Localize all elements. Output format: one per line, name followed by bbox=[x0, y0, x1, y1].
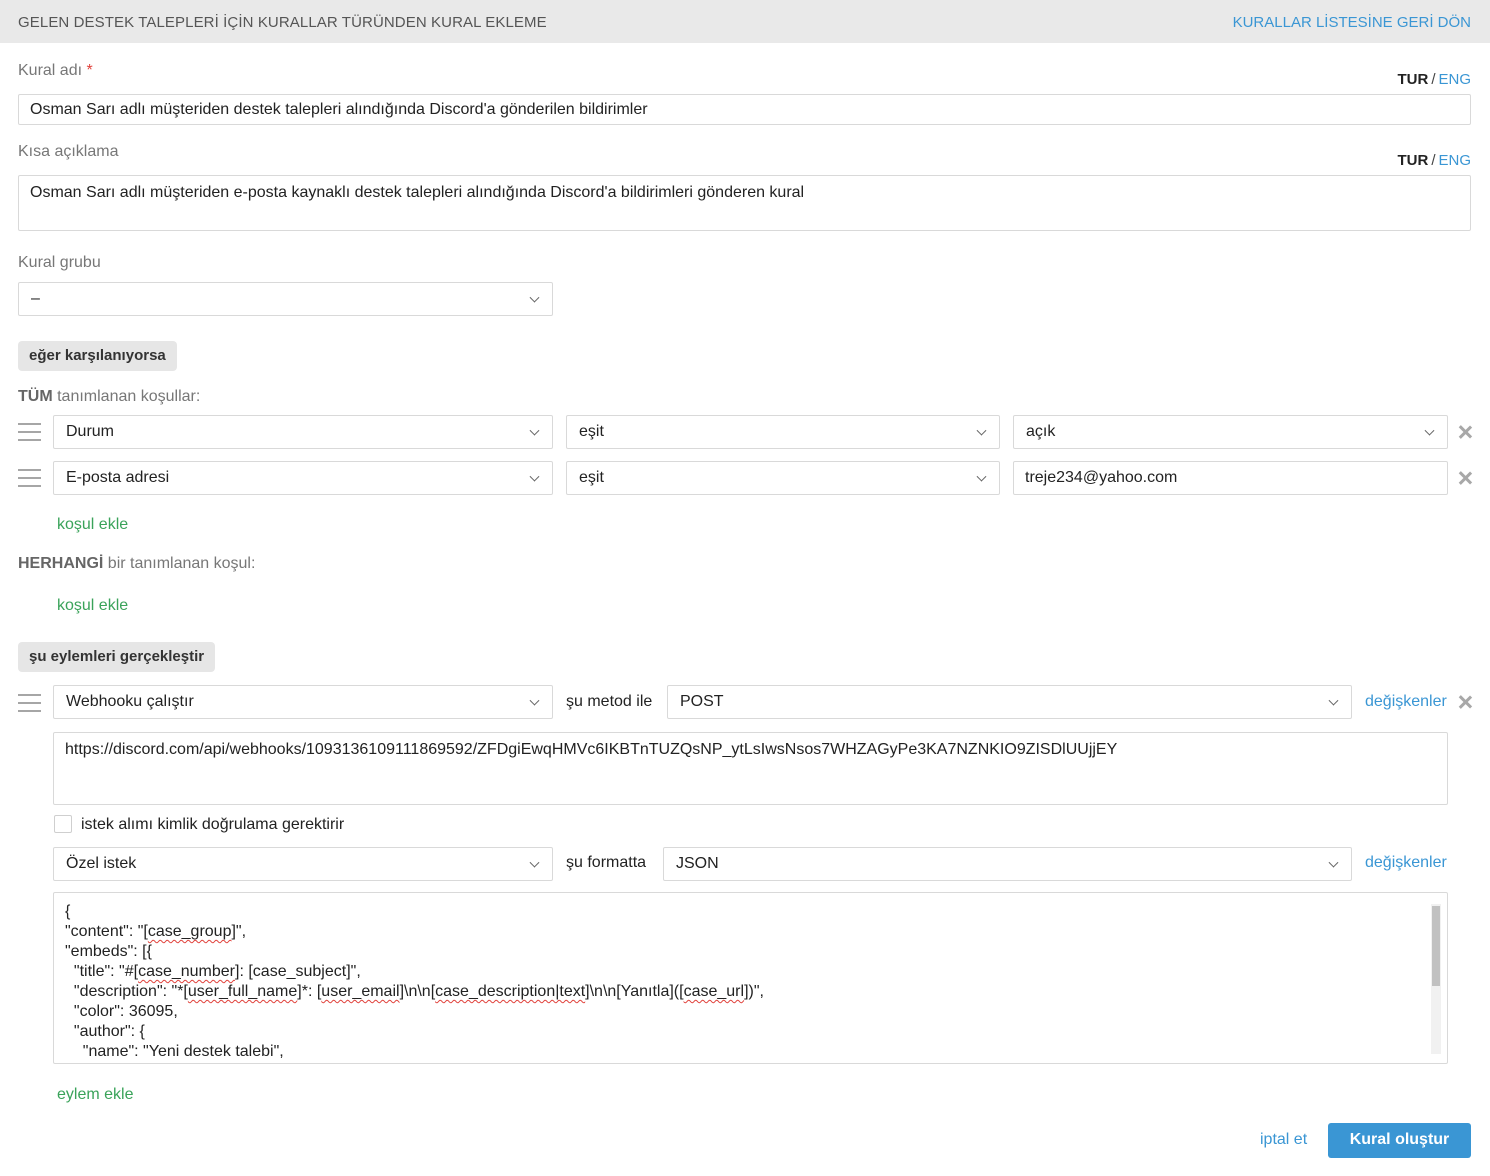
required-mark: * bbox=[86, 62, 93, 79]
action-type-select[interactable]: Webhooku çalıştır bbox=[53, 685, 553, 719]
conditions-section-tag: eğer karşılanıyorsa bbox=[18, 341, 177, 371]
drag-handle-icon[interactable] bbox=[18, 423, 41, 441]
lang-eng[interactable]: ENG bbox=[1438, 152, 1471, 169]
lang-eng[interactable]: ENG bbox=[1438, 71, 1471, 88]
code-line: "title": "#[case_number]: [case_subject]… bbox=[65, 963, 361, 980]
back-to-rules-link[interactable]: KURALLAR LİSTESİNE GERİ DÖN bbox=[1233, 14, 1471, 31]
add-condition-link[interactable]: koşul ekle bbox=[57, 516, 128, 534]
rule-group-label: Kural grubu bbox=[18, 254, 101, 271]
drag-handle-icon[interactable] bbox=[18, 694, 41, 712]
variables-link[interactable]: değişkenler bbox=[1365, 854, 1447, 872]
rule-group-value: – bbox=[31, 290, 40, 307]
chevron-down-icon bbox=[1328, 857, 1339, 868]
method-label: şu metod ile bbox=[566, 693, 653, 710]
condition-value-select[interactable]: açık bbox=[1013, 415, 1448, 449]
chevron-down-icon bbox=[529, 471, 540, 482]
code-line: "author": { bbox=[65, 1023, 145, 1040]
request-type-select[interactable]: Özel istek bbox=[53, 847, 553, 881]
code-line: "color": 36095, bbox=[65, 1003, 178, 1020]
lang-tur[interactable]: TUR bbox=[1397, 152, 1428, 169]
condition-value-input[interactable]: treje234@yahoo.com bbox=[1013, 461, 1448, 495]
request-body-lines: { "content": "[case_group]", "embeds": [… bbox=[65, 902, 1427, 1062]
remove-condition-icon[interactable] bbox=[1458, 471, 1472, 485]
chevron-down-icon bbox=[529, 857, 540, 868]
chevron-down-icon bbox=[976, 471, 987, 482]
page-header: GELEN DESTEK TALEPLERİ İÇİN KURALLAR TÜR… bbox=[0, 0, 1490, 43]
rule-name-language-switch: TUR / ENG bbox=[1397, 71, 1471, 88]
editor-scrollbar-thumb[interactable] bbox=[1432, 906, 1440, 986]
short-description-language-switch: TUR / ENG bbox=[1397, 152, 1471, 169]
drag-handle-icon[interactable] bbox=[18, 469, 41, 487]
cancel-link[interactable]: iptal et bbox=[1260, 1131, 1307, 1149]
add-any-condition-link[interactable]: koşul ekle bbox=[57, 597, 128, 615]
chevron-down-icon bbox=[1424, 425, 1435, 436]
format-select[interactable]: JSON bbox=[663, 847, 1352, 881]
chevron-down-icon bbox=[529, 695, 540, 706]
short-description-textarea[interactable]: Osman Sarı adlı müşteriden e-posta kayna… bbox=[18, 175, 1471, 231]
chevron-down-icon bbox=[1328, 695, 1339, 706]
all-conditions-label: TÜM tanımlanan koşullar: bbox=[18, 388, 201, 405]
condition-field-select[interactable]: Durum bbox=[53, 415, 553, 449]
rule-name-input[interactable]: Osman Sarı adlı müşteriden destek talepl… bbox=[18, 94, 1471, 125]
add-action-link[interactable]: eylem ekle bbox=[57, 1086, 133, 1104]
request-body-editor[interactable]: { "content": "[case_group]", "embeds": [… bbox=[53, 892, 1448, 1064]
remove-condition-icon[interactable] bbox=[1458, 425, 1472, 439]
code-line: "name": "Yeni destek talebi", bbox=[65, 1043, 284, 1060]
webhook-url-textarea[interactable]: https://discord.com/api/webhooks/1093136… bbox=[53, 732, 1448, 805]
page-title: GELEN DESTEK TALEPLERİ İÇİN KURALLAR TÜR… bbox=[18, 14, 547, 31]
method-select[interactable]: POST bbox=[667, 685, 1352, 719]
code-line: { bbox=[65, 903, 71, 920]
actions-section-tag: şu eylemleri gerçekleştir bbox=[18, 642, 216, 672]
short-description-label: Kısa açıklama bbox=[18, 143, 119, 160]
condition-operator-select[interactable]: eşit bbox=[566, 415, 1000, 449]
variables-link[interactable]: değişkenler bbox=[1365, 693, 1447, 711]
lang-tur[interactable]: TUR bbox=[1397, 71, 1428, 88]
condition-field-select[interactable]: E-posta adresi bbox=[53, 461, 553, 495]
rule-name-label: Kural adı * bbox=[18, 62, 93, 79]
rule-group-select[interactable]: – bbox=[18, 282, 553, 316]
auth-required-checkbox[interactable] bbox=[54, 815, 72, 833]
code-line: "description": "*[user_full_name]*: [use… bbox=[65, 983, 764, 1000]
condition-operator-select[interactable]: eşit bbox=[566, 461, 1000, 495]
remove-action-icon[interactable] bbox=[1458, 695, 1472, 709]
format-label: şu formatta bbox=[566, 854, 647, 871]
create-rule-button[interactable]: Kural oluştur bbox=[1328, 1123, 1471, 1158]
chevron-down-icon bbox=[976, 425, 987, 436]
chevron-down-icon bbox=[529, 292, 540, 303]
code-line: "embeds": [{ bbox=[65, 943, 152, 960]
any-condition-label: HERHANGİ bir tanımlanan koşul: bbox=[18, 555, 256, 572]
chevron-down-icon bbox=[529, 425, 540, 436]
editor-scrollbar[interactable] bbox=[1431, 904, 1441, 1054]
auth-required-label: istek alımı kimlik doğrulama gerektirir bbox=[81, 816, 345, 833]
code-line: "content": "[case_group]", bbox=[65, 923, 247, 940]
